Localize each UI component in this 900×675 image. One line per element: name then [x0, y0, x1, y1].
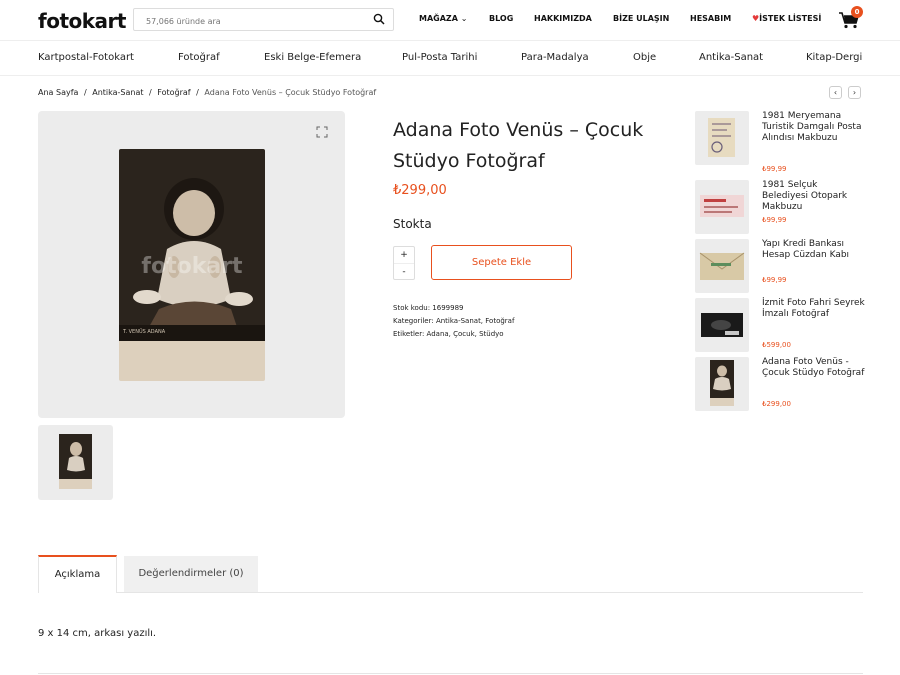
breadcrumb-current: Adana Foto Venüs – Çocuk Stüdyo Fotoğraf — [204, 88, 377, 97]
photo-stamp: T. VENÜS ADANA — [122, 328, 166, 335]
category-link[interactable]: Para-Madalya — [521, 52, 589, 63]
qty-decrease-button[interactable]: - — [394, 263, 414, 279]
related-item-price: ₺299,00 — [762, 400, 791, 408]
category-link[interactable]: Kitap-Dergi — [806, 52, 862, 63]
category-link[interactable]: Eski Belge-Efemera — [264, 52, 361, 63]
category-link[interactable]: Obje — [633, 52, 656, 63]
breadcrumb: Ana Sayfa / Antika-Sanat / Fotoğraf / Ad… — [38, 88, 379, 97]
related-item[interactable]: Yapı Kredi Bankası Hesap Cüzdan Kabı ₺99… — [695, 239, 866, 293]
qty-increase-button[interactable]: + — [394, 247, 414, 263]
related-item-title[interactable]: 1981 Meryemana Turistik Damgalı Posta Al… — [762, 111, 866, 144]
related-item-image — [695, 111, 749, 165]
breadcrumb-separator: / — [196, 88, 199, 97]
next-product-button[interactable]: › — [848, 86, 861, 99]
nav-account[interactable]: HESABIM — [690, 14, 731, 23]
nav-wishlist[interactable]: ♥İSTEK LİSTESİ — [752, 14, 821, 23]
related-item-price: ₺99,99 — [762, 165, 787, 173]
related-item-image — [695, 357, 749, 411]
categories-line: Kategoriler: Antika-Sanat, Fotoğraf — [393, 317, 515, 325]
nav-about[interactable]: HAKKIMIZDA — [534, 14, 592, 23]
related-item[interactable]: 1981 Meryemana Turistik Damgalı Posta Al… — [695, 111, 866, 173]
related-item[interactable]: Adana Foto Venüs - Çocuk Stüdyo Fotoğraf… — [695, 357, 865, 411]
product-price: ₺299,00 — [393, 183, 447, 198]
chevron-right-icon: › — [852, 88, 857, 97]
nav-blog[interactable]: BLOG — [489, 14, 513, 23]
search-icon[interactable] — [373, 13, 385, 25]
expand-icon[interactable] — [316, 126, 328, 138]
sku-line: Stok kodu: 1699989 — [393, 304, 464, 312]
nav-store-label: MAĞAZA — [419, 14, 458, 23]
product-meta: Stok kodu: 1699989 Kategoriler: Antika-S… — [393, 302, 514, 341]
category-link[interactable]: Antika-Sanat — [699, 52, 763, 63]
related-item-price: ₺99,99 — [762, 216, 787, 224]
tab-description[interactable]: Açıklama — [38, 555, 117, 593]
category-link[interactable]: Fotoğraf — [178, 52, 220, 63]
thumbnail-photo — [59, 434, 92, 489]
category-bar: Kartpostal-Fotokart Fotoğraf Eski Belge-… — [0, 40, 900, 76]
tags-line: Etiketler: Adana, Çocuk, Stüdyo — [393, 330, 504, 338]
product-photo[interactable]: T. VENÜS ADANA fotokart — [119, 149, 265, 381]
related-item-image — [695, 239, 749, 293]
nav-contact[interactable]: BİZE ULAŞIN — [613, 14, 669, 23]
related-item-image — [695, 298, 749, 352]
site-logo[interactable]: fotokart — [38, 9, 126, 33]
search-input[interactable] — [134, 11, 359, 32]
related-item-title[interactable]: Yapı Kredi Bankası Hesap Cüzdan Kabı — [762, 239, 866, 261]
related-item-title[interactable]: Adana Foto Venüs - Çocuk Stüdyo Fotoğraf — [762, 357, 866, 379]
related-item-title[interactable]: İzmit Foto Fahri Seyrek İmzalı Fotoğraf — [762, 298, 866, 320]
breadcrumb-home[interactable]: Ana Sayfa — [38, 88, 78, 97]
breadcrumb-level2[interactable]: Fotoğraf — [157, 88, 190, 97]
quantity-stepper[interactable]: + - — [393, 246, 415, 280]
related-item-title[interactable]: 1981 Selçuk Belediyesi Otopark Makbuzu — [762, 180, 866, 213]
nav-wishlist-label: İSTEK LİSTESİ — [759, 14, 822, 23]
breadcrumb-separator: / — [83, 88, 87, 97]
watermark: fotokart — [141, 254, 243, 279]
description-text: 9 x 14 cm, arkası yazılı. — [38, 628, 157, 639]
divider — [38, 673, 863, 674]
breadcrumb-separator: / — [149, 88, 152, 97]
product-title: Adana Foto Venüs – Çocuk Stüdyo Fotoğraf — [393, 119, 644, 172]
chevron-left-icon: ‹ — [833, 88, 838, 97]
gallery-thumbnail[interactable] — [38, 425, 113, 500]
breadcrumb-level1[interactable]: Antika-Sanat — [92, 88, 143, 97]
related-item[interactable]: İzmit Foto Fahri Seyrek İmzalı Fotoğraf … — [695, 298, 865, 352]
stock-status: Stokta — [393, 217, 432, 231]
chevron-down-icon: ⌄ — [460, 14, 468, 23]
nav-store[interactable]: MAĞAZA ⌄ — [419, 14, 467, 23]
cart-count-badge: 0 — [851, 6, 863, 18]
add-to-cart-button[interactable]: Sepete Ekle — [431, 245, 572, 280]
category-link[interactable]: Pul-Posta Tarihi — [402, 52, 477, 63]
related-item-image — [695, 180, 749, 234]
category-link[interactable]: Kartpostal-Fotokart — [38, 52, 134, 63]
related-item-price: ₺99,99 — [762, 276, 787, 284]
related-item[interactable]: 1981 Selçuk Belediyesi Otopark Makbuzu ₺… — [695, 180, 866, 234]
prev-product-button[interactable]: ‹ — [829, 86, 842, 99]
related-item-price: ₺599,00 — [762, 341, 791, 349]
search-box[interactable] — [133, 8, 394, 32]
tab-reviews[interactable]: Değerlendirmeler (0) — [124, 556, 258, 592]
